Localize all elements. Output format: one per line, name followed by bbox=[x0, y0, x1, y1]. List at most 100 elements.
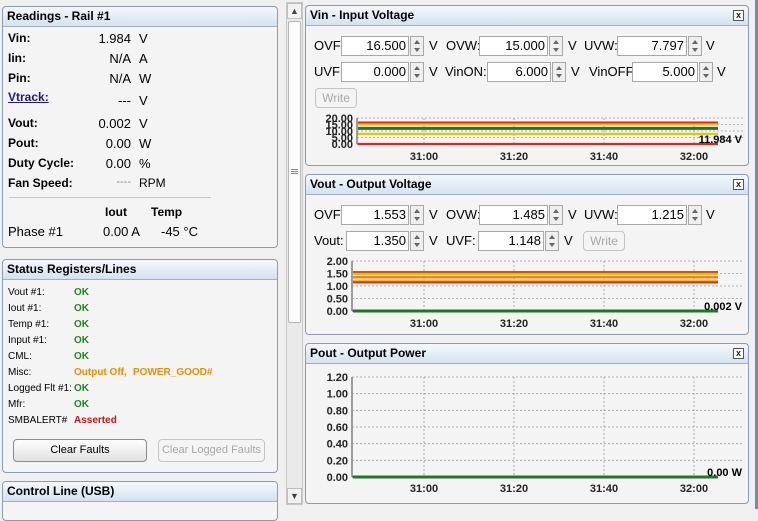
x-tick-label: 32:00 bbox=[680, 318, 708, 330]
vout-ovw-input[interactable]: 1.485 bbox=[479, 205, 548, 225]
vin-panel-title: Vin - Input Voltage bbox=[306, 6, 748, 26]
grip-line-icon bbox=[291, 169, 298, 170]
x-tick-label: 31:40 bbox=[590, 318, 618, 330]
vin-ovf-spinner[interactable] bbox=[410, 36, 424, 56]
vin-write-button[interactable]: Write bbox=[315, 88, 357, 108]
y-tick-label: 0.20 bbox=[327, 455, 348, 467]
clear-faults-button[interactable]: Clear Faults bbox=[13, 439, 147, 462]
reading-value-vout: 0.002 bbox=[98, 116, 131, 131]
scroll-up-arrow-icon[interactable]: ▲ bbox=[287, 3, 302, 19]
y-tick-label: 0.00 bbox=[327, 306, 348, 318]
scrollbar-thumb[interactable] bbox=[288, 21, 301, 323]
vout-uvw-unit: V bbox=[706, 207, 715, 222]
reading-value-pin: N/A bbox=[109, 71, 131, 86]
vin-chart-svg: 0.005.0010.0015.0020.0031:00 31:20 31:40 32… bbox=[325, 113, 744, 163]
vout-uvf-unit: V bbox=[564, 233, 573, 248]
vout-vout-input[interactable]: 1.350 bbox=[346, 231, 409, 251]
status-value-temp: OK bbox=[74, 319, 89, 330]
y-tick-label: 1.20 bbox=[327, 372, 348, 384]
vin-uvw-unit: V bbox=[706, 38, 715, 53]
reading-label-vin: Vin: bbox=[8, 31, 31, 45]
x-tick-label: 31:00 bbox=[410, 483, 438, 495]
x-tick-label: 32:00 bbox=[680, 151, 708, 163]
reading-value-pout: 0.00 bbox=[105, 136, 131, 151]
clear-logged-faults-button[interactable]: Clear Logged Faults bbox=[158, 439, 265, 462]
pout-panel-title: Pout - Output Power bbox=[306, 344, 748, 364]
status-value-misc: Output Off, bbox=[74, 367, 127, 378]
vin-uvw-input[interactable]: 7.797 bbox=[617, 36, 687, 56]
status-label-smbalert: SMBALERT# bbox=[8, 415, 68, 426]
x-tick-label: 31:40 bbox=[590, 151, 618, 163]
vout-uvf-spinner[interactable] bbox=[545, 231, 559, 251]
y-tick-label: 1.00 bbox=[327, 281, 348, 293]
reading-label-fan-speed: Fan Speed: bbox=[8, 176, 73, 190]
reading-unit-iin: A bbox=[139, 51, 148, 66]
vin-ovw-spinner[interactable] bbox=[549, 36, 563, 56]
vin-vinoff-input[interactable]: 5.000 bbox=[632, 62, 698, 82]
reading-unit-fan-speed: RPM bbox=[139, 176, 166, 190]
vout-uvw-input[interactable]: 1.215 bbox=[617, 205, 687, 225]
vin-chart: 0.00 5.00 10.00 15.00 20.00 31:00 31:20 31:40 32… bbox=[306, 110, 750, 164]
latest-value-label: 0.00 W bbox=[707, 467, 742, 479]
vin-uvw-spinner[interactable] bbox=[688, 36, 702, 56]
vin-vinoff-unit: V bbox=[717, 64, 726, 79]
close-icon[interactable]: x bbox=[733, 348, 744, 359]
vin-ovf-label: OVF: bbox=[314, 38, 345, 53]
vin-panel: Vin - Input Voltage x OVF: 16.500 V OVW:… bbox=[305, 5, 749, 166]
control-panel: Control Line (USB) bbox=[2, 481, 278, 521]
vin-uvw-label: UVW: bbox=[584, 38, 618, 53]
close-icon[interactable]: x bbox=[733, 179, 744, 190]
status-value-logged-flt: OK bbox=[74, 383, 89, 394]
phase-row-label: Phase #1 bbox=[8, 224, 63, 239]
pout-chart-svg: 0.00 0.20 0.40 0.60 0.80 1.00 1.20 31:00 31:20 31… bbox=[327, 372, 744, 495]
x-tick-label: 31:00 bbox=[410, 318, 438, 330]
latest-value-label: 0.002 V bbox=[704, 301, 743, 313]
vout-ovf-label: OVF: bbox=[314, 207, 345, 222]
readings-panel-title: Readings - Rail #1 bbox=[3, 7, 277, 27]
reading-unit-pin: W bbox=[139, 71, 152, 86]
vout-ovw-spinner[interactable] bbox=[549, 205, 563, 225]
status-value-iout: OK bbox=[74, 303, 89, 314]
vout-ovf-spinner[interactable] bbox=[410, 205, 424, 225]
vout-vout-spinner[interactable] bbox=[410, 231, 424, 251]
status-panel: Status Registers/Lines Vout #1: OK Iout … bbox=[2, 259, 278, 473]
y-tick-label: 0.00 bbox=[327, 472, 348, 484]
vin-ovw-unit: V bbox=[568, 38, 577, 53]
vin-ovf-input[interactable]: 16.500 bbox=[341, 36, 409, 56]
vout-ovf-input[interactable]: 1.553 bbox=[341, 205, 409, 225]
close-icon[interactable]: x bbox=[733, 10, 744, 21]
vin-uvf-input[interactable]: 0.000 bbox=[341, 62, 409, 82]
vin-uvf-spinner[interactable] bbox=[410, 62, 424, 82]
phase-row-temp: -45 °C bbox=[161, 224, 198, 239]
phase-header-iout: Iout bbox=[105, 205, 127, 219]
vin-ovf-unit: V bbox=[429, 38, 438, 53]
vout-uvw-spinner[interactable] bbox=[688, 205, 702, 225]
vin-vinon-spinner[interactable] bbox=[552, 62, 566, 82]
status-label-misc: Misc: bbox=[8, 367, 32, 378]
x-tick-label: 31:20 bbox=[500, 483, 528, 495]
vout-write-button[interactable]: Write bbox=[583, 231, 625, 251]
vin-ovw-input[interactable]: 15.000 bbox=[479, 36, 548, 56]
panel-scrollbar[interactable]: ▲ ▼ bbox=[286, 2, 303, 505]
vout-vout-label: Vout: bbox=[314, 233, 344, 248]
control-panel-title: Control Line (USB) bbox=[3, 482, 277, 502]
vin-uvf-unit: V bbox=[429, 64, 438, 79]
reading-label-pin: Pin: bbox=[8, 71, 31, 85]
vout-uvf-input[interactable]: 1.148 bbox=[478, 231, 544, 251]
reading-value-vin: 1.984 bbox=[98, 31, 131, 46]
vin-vinon-input[interactable]: 6.000 bbox=[487, 62, 551, 82]
vout-uvf-label: UVF: bbox=[446, 233, 476, 248]
vin-vinoff-spinner[interactable] bbox=[699, 62, 713, 82]
reading-label-pout: Pout: bbox=[8, 136, 39, 150]
vout-panel: Vout - Output Voltage x OVF: 1.553 V OVW… bbox=[305, 174, 749, 335]
vtrack-link[interactable]: Vtrack: bbox=[8, 90, 49, 104]
x-tick-label: 31:20 bbox=[500, 318, 528, 330]
vout-uvw-label: UVW: bbox=[584, 207, 618, 222]
reading-value-fan-speed: ---- bbox=[116, 176, 131, 188]
status-value-misc-power-good: POWER_GOOD# bbox=[133, 367, 213, 378]
vin-vinon-unit: V bbox=[571, 64, 580, 79]
reading-label-vout: Vout: bbox=[8, 116, 38, 130]
scroll-down-arrow-icon[interactable]: ▼ bbox=[287, 488, 302, 504]
vout-ovf-unit: V bbox=[429, 207, 438, 222]
status-value-mfr: OK bbox=[74, 399, 89, 410]
